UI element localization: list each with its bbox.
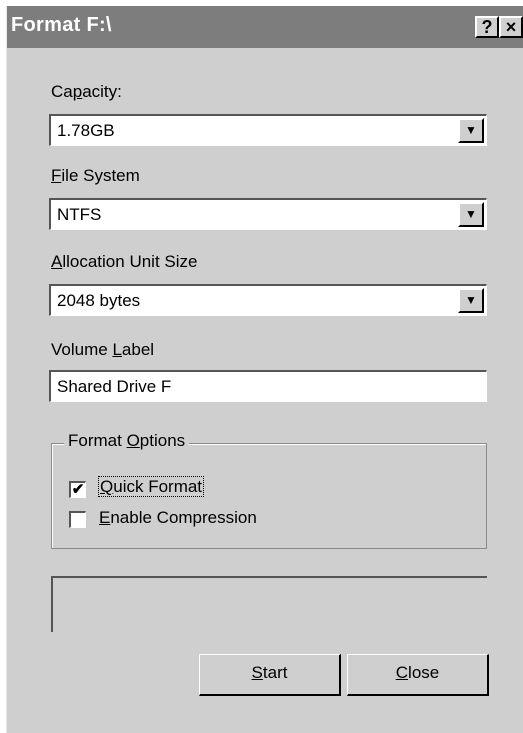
- title-bar[interactable]: Format F:\ ? ×: [7, 6, 523, 48]
- format-progress-bar: [51, 576, 487, 632]
- chevron-down-icon[interactable]: ▼: [458, 118, 484, 143]
- format-options-legend: Format Options: [64, 431, 190, 451]
- chevron-down-icon[interactable]: ▼: [458, 202, 484, 227]
- quick-format-checkbox[interactable]: ✔: [69, 481, 86, 498]
- allocation-unit-value: 2048 bytes: [57, 291, 141, 310]
- volume-label-value: Shared Drive F: [57, 377, 172, 396]
- file-system-value: NTFS: [57, 205, 102, 224]
- capacity-label: Capacity:: [51, 82, 122, 101]
- quick-format-label[interactable]: Quick Format: [97, 476, 205, 497]
- enable-compression-label[interactable]: Enable Compression: [99, 508, 257, 528]
- chevron-down-icon[interactable]: ▼: [458, 288, 484, 313]
- close-button[interactable]: Close: [347, 654, 489, 696]
- capacity-select[interactable]: 1.78GB ▼: [49, 114, 487, 146]
- volume-label-label: Volume Label: [51, 340, 155, 359]
- format-dialog: Format F:\ ? × Capacity: 1.78GB ▼ File S…: [6, 6, 523, 733]
- file-system-select[interactable]: NTFS ▼: [49, 198, 487, 230]
- start-button[interactable]: Start: [199, 654, 341, 696]
- file-system-label: File System: [51, 166, 140, 185]
- volume-label-input[interactable]: Shared Drive F: [49, 370, 487, 402]
- allocation-unit-select[interactable]: 2048 bytes ▼: [49, 284, 487, 316]
- close-window-button[interactable]: ×: [499, 16, 523, 38]
- help-button[interactable]: ?: [475, 16, 499, 38]
- allocation-unit-label: Allocation Unit Size: [51, 252, 198, 271]
- capacity-value: 1.78GB: [57, 121, 115, 140]
- enable-compression-checkbox[interactable]: [69, 511, 86, 528]
- window-title: Format F:\: [11, 14, 112, 36]
